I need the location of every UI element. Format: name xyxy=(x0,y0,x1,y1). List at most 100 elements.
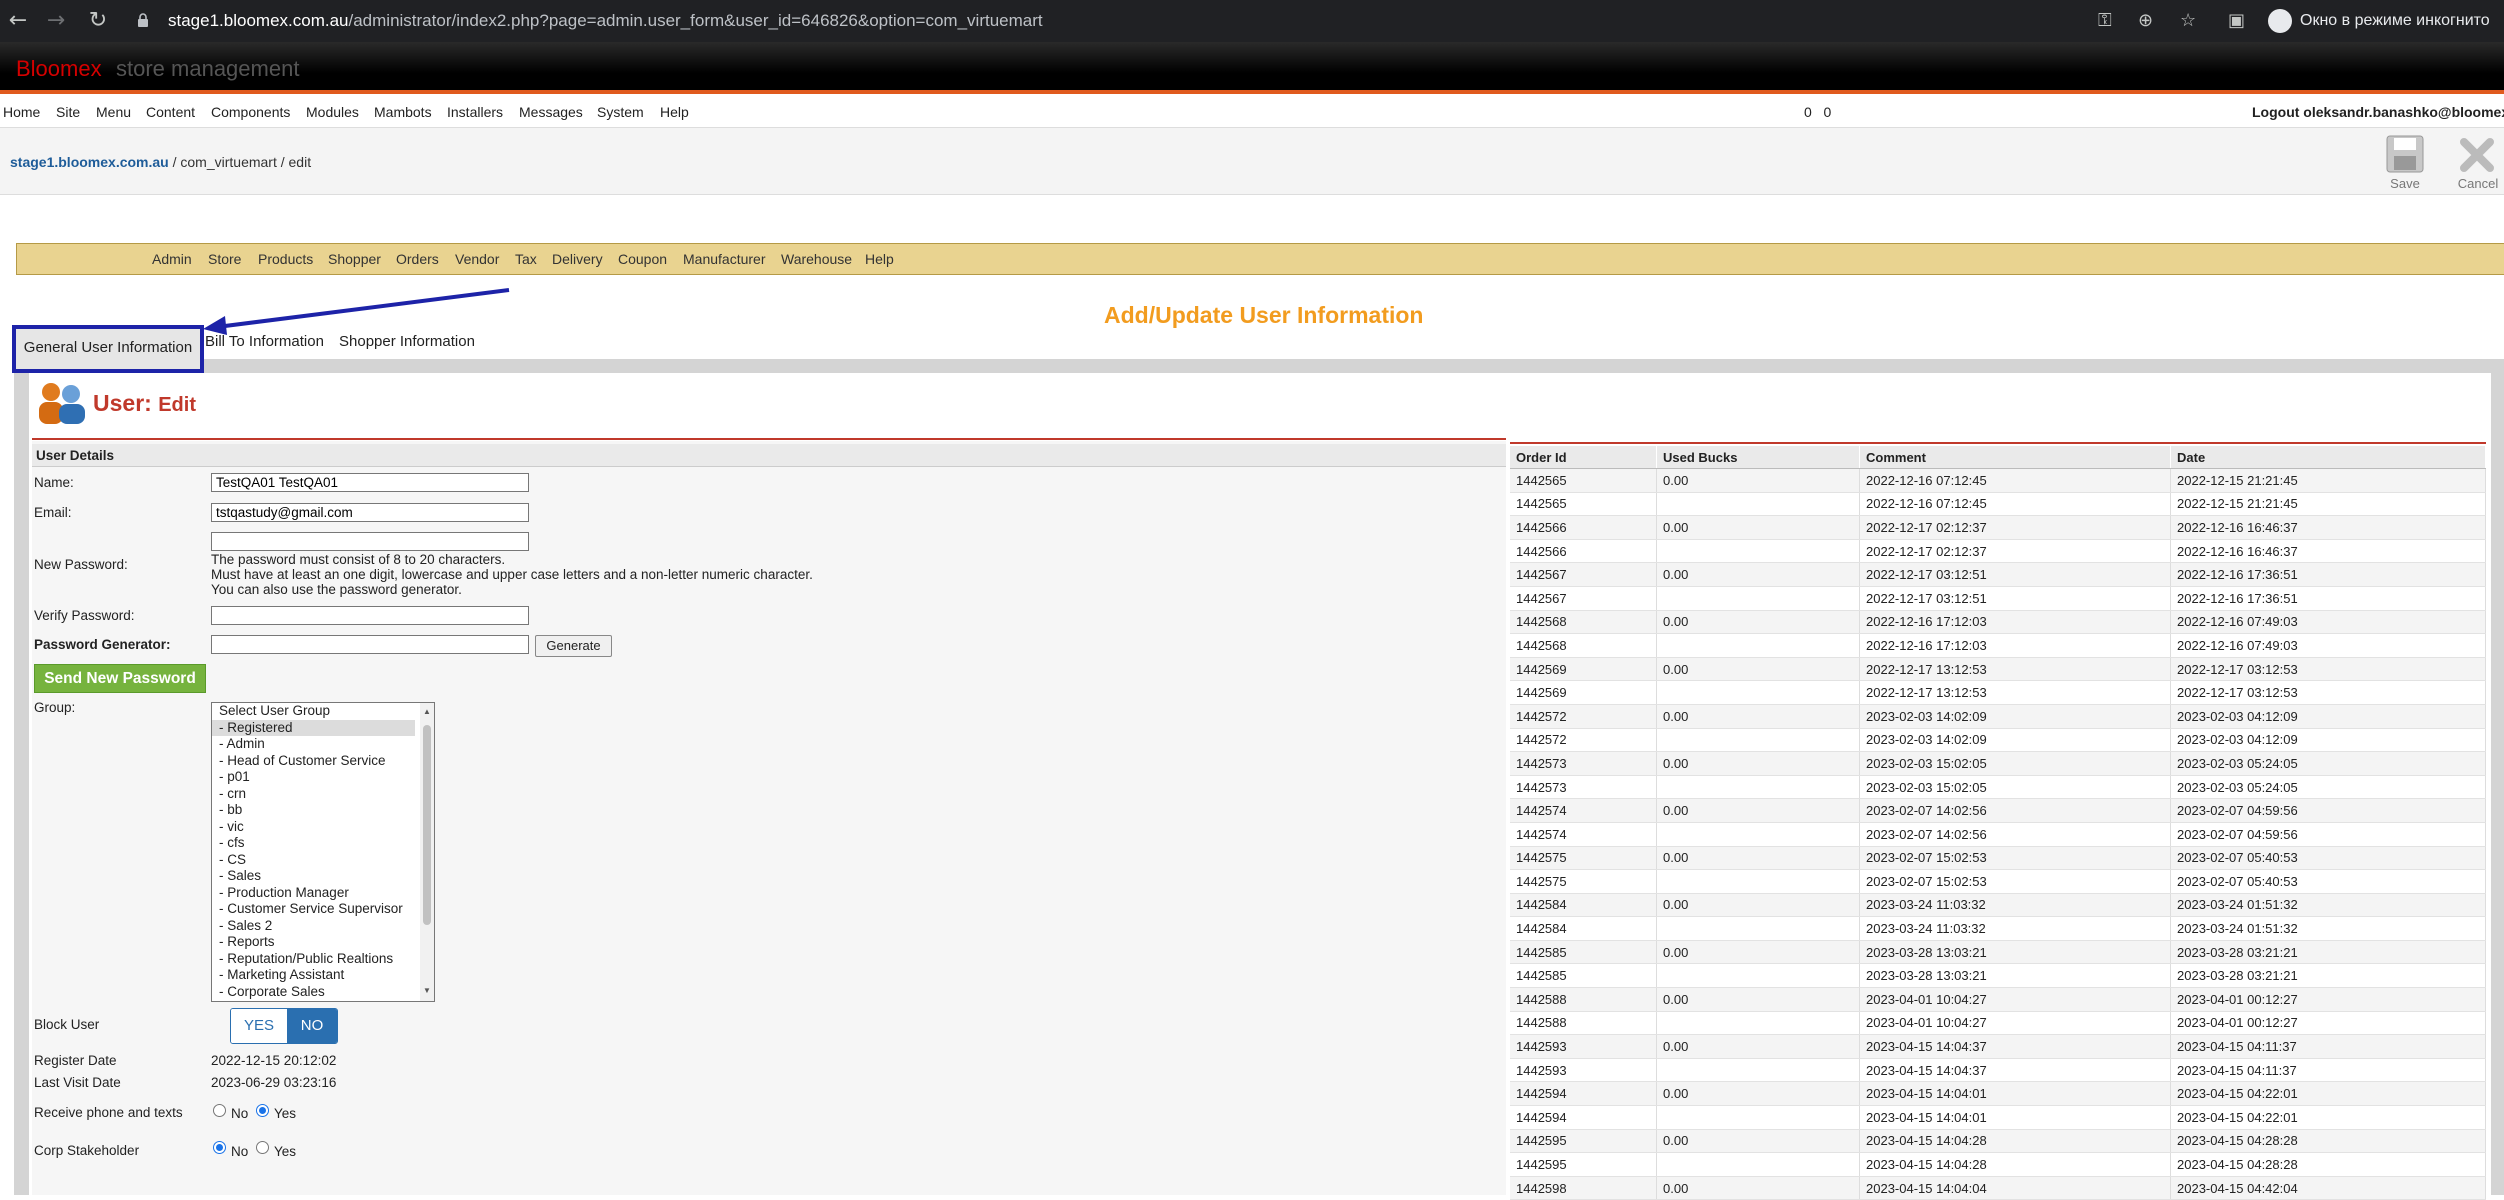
menu-installers[interactable]: Installers xyxy=(447,104,503,120)
block-user-no[interactable]: NO xyxy=(287,1009,337,1043)
table-row: 1442567 2022-12-17 03:12:51 2022-12-16 17:… xyxy=(1510,586,2486,611)
breadcrumb-site[interactable]: stage1.bloomex.com.au xyxy=(10,154,169,170)
scroll-thumb[interactable] xyxy=(423,725,431,925)
send-new-password-button[interactable]: Send New Password xyxy=(34,664,206,693)
used-bucks-cell: 0.00 xyxy=(1656,1034,1860,1059)
last-visit-label: Last Visit Date xyxy=(34,1075,121,1090)
used-bucks-cell: 0.00 xyxy=(1656,468,1860,493)
vm-menu-shopper[interactable]: Shopper xyxy=(328,251,381,267)
comment-cell: 2023-04-01 10:04:27 xyxy=(1859,1011,2171,1036)
last-visit-value: 2023-06-29 03:23:16 xyxy=(211,1075,337,1090)
group-option[interactable]: - Marketing Assistant xyxy=(212,967,415,984)
vm-menu-products[interactable]: Products xyxy=(258,251,313,267)
menu-home[interactable]: Home xyxy=(3,104,40,120)
group-option[interactable]: - Customer Service Supervisor xyxy=(212,901,415,918)
comment-cell: 2023-02-03 15:02:05 xyxy=(1859,775,2171,800)
order-id-cell: 1442572 xyxy=(1510,704,1657,729)
group-option[interactable]: - Reports xyxy=(212,934,415,951)
menu-components[interactable]: Components xyxy=(211,104,290,120)
save-button[interactable]: Save xyxy=(2375,132,2435,191)
message-counts: 0 0 xyxy=(1804,104,1832,120)
vm-menu-delivery[interactable]: Delivery xyxy=(552,251,603,267)
date-cell: 2023-04-15 04:11:37 xyxy=(2170,1058,2486,1083)
date-cell: 2022-12-16 17:36:51 xyxy=(2170,562,2486,587)
name-field[interactable] xyxy=(211,473,529,492)
group-option[interactable]: Select User Group xyxy=(212,703,415,720)
user-details-heading: User Details xyxy=(32,444,1506,467)
vm-menu-store[interactable]: Store xyxy=(208,251,241,267)
group-option[interactable]: - crn xyxy=(212,786,415,803)
star-icon[interactable]: ☆ xyxy=(2180,9,2196,33)
generate-button[interactable]: Generate xyxy=(535,635,612,657)
receive-phone-yes-radio[interactable] xyxy=(256,1104,269,1117)
menu-content[interactable]: Content xyxy=(146,104,195,120)
block-user-toggle[interactable]: YES NO xyxy=(230,1008,338,1044)
password-generator-field[interactable] xyxy=(211,635,529,654)
menu-help[interactable]: Help xyxy=(660,104,689,120)
vm-menu-manufacturer[interactable]: Manufacturer xyxy=(683,251,765,267)
group-select[interactable]: Select User Group - Registered - Admin - He… xyxy=(211,702,435,1002)
tab-general-user-information[interactable]: General User Information xyxy=(12,325,204,373)
receive-phone-no-radio[interactable] xyxy=(213,1104,226,1117)
used-bucks-cell xyxy=(1656,1011,1860,1036)
scroll-up-icon[interactable]: ▲ xyxy=(423,707,431,716)
group-option[interactable]: - Production Manager xyxy=(212,885,415,902)
group-option[interactable]: - Head of Customer Service xyxy=(212,753,415,770)
group-option[interactable]: - Corporate Sales xyxy=(212,984,415,1001)
vm-menu-warehouse[interactable]: Warehouse xyxy=(781,251,852,267)
table-row: 1442566 0.00 2022-12-17 02:12:37 2022-12-16… xyxy=(1510,515,2486,540)
tab-shopper-information[interactable]: Shopper Information xyxy=(339,326,475,356)
cancel-button[interactable]: Cancel xyxy=(2448,132,2504,191)
group-option[interactable]: - Sales xyxy=(212,868,415,885)
back-icon[interactable]: ← xyxy=(6,9,30,33)
logout-link[interactable]: Logout oleksandr.banashko@bloomex xyxy=(2252,104,2504,120)
forward-icon[interactable]: → xyxy=(44,9,68,33)
used-bucks-cell xyxy=(1656,728,1860,753)
menu-mambots[interactable]: Mambots xyxy=(374,104,432,120)
table-row: 1442572 0.00 2023-02-03 14:02:09 2023-02-03… xyxy=(1510,704,2486,729)
vm-menu-tax[interactable]: Tax xyxy=(515,251,537,267)
group-option[interactable]: - Registered xyxy=(212,719,415,736)
tab-bill-to-information[interactable]: Bill To Information xyxy=(205,326,324,356)
group-option[interactable]: - vic xyxy=(212,819,415,836)
order-id-cell: 1442588 xyxy=(1510,987,1657,1012)
order-id-cell: 1442565 xyxy=(1510,492,1657,517)
verify-password-label: Verify Password: xyxy=(34,608,135,623)
group-option[interactable]: - Reputation/Public Realtions xyxy=(212,951,415,968)
menu-modules[interactable]: Modules xyxy=(306,104,359,120)
address-bar[interactable]: stage1.bloomex.com.au/administrator/inde… xyxy=(168,0,1043,42)
group-option[interactable]: - Admin xyxy=(212,736,415,753)
group-option[interactable]: - CS xyxy=(212,852,415,869)
orders-divider xyxy=(1510,442,2486,444)
table-row: 1442575 0.00 2023-02-07 15:02:53 2023-02-07… xyxy=(1510,846,2486,871)
menu-menu[interactable]: Menu xyxy=(96,104,131,120)
table-row: 1442574 2023-02-07 14:02:56 2023-02-07 04:… xyxy=(1510,822,2486,847)
vm-menu-vendor[interactable]: Vendor xyxy=(455,251,499,267)
comment-cell: 2023-04-15 14:04:28 xyxy=(1859,1129,2171,1154)
group-option[interactable]: - Sales 2 xyxy=(212,918,415,935)
group-option[interactable]: - p01 xyxy=(212,769,415,786)
vm-menu-admin[interactable]: Admin xyxy=(152,251,192,267)
side-panel-icon[interactable]: ▣ xyxy=(2228,9,2245,33)
menu-site[interactable]: Site xyxy=(56,104,80,120)
verify-password-field[interactable] xyxy=(211,606,529,625)
group-option[interactable]: - bb xyxy=(212,802,415,819)
zoom-icon[interactable]: ⊕ xyxy=(2138,9,2153,33)
reload-icon[interactable]: ↻ xyxy=(86,9,110,33)
scroll-down-icon[interactable]: ▼ xyxy=(423,986,431,995)
key-icon[interactable]: ⚿ xyxy=(2098,9,2112,33)
group-scrollbar[interactable]: ▲ ▼ xyxy=(420,703,434,1001)
table-row: 1442595 2023-04-15 14:04:28 2023-04-15 04:… xyxy=(1510,1152,2486,1177)
menu-system[interactable]: System xyxy=(597,104,644,120)
new-password-field[interactable] xyxy=(211,532,529,551)
vm-menu-orders[interactable]: Orders xyxy=(396,251,439,267)
menu-messages[interactable]: Messages xyxy=(519,104,583,120)
block-user-yes[interactable]: YES xyxy=(231,1009,287,1043)
corp-stakeholder-no-radio[interactable] xyxy=(213,1141,226,1154)
email-field[interactable] xyxy=(211,503,529,522)
comment-cell: 2022-12-17 13:12:53 xyxy=(1859,657,2171,682)
corp-stakeholder-yes-radio[interactable] xyxy=(256,1141,269,1154)
group-option[interactable]: - cfs xyxy=(212,835,415,852)
vm-menu-help[interactable]: Help xyxy=(865,251,894,267)
vm-menu-coupon[interactable]: Coupon xyxy=(618,251,667,267)
